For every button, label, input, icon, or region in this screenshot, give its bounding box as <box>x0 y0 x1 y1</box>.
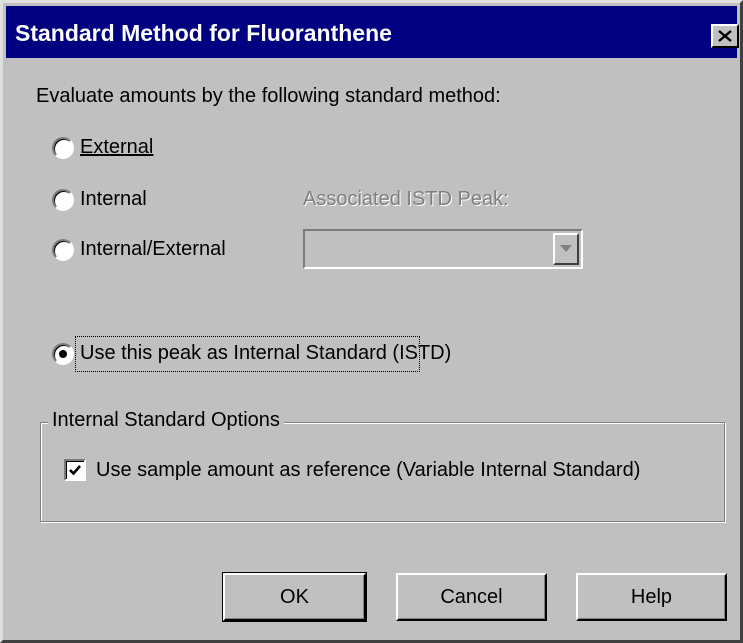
istd-options-title: Internal Standard Options <box>48 409 284 432</box>
variable-istd-label[interactable]: Use sample amount as reference (Variable… <box>96 459 640 482</box>
checkmark-icon <box>69 465 81 476</box>
variable-istd-checkbox[interactable] <box>64 459 86 481</box>
title-bar[interactable]: Standard Method for Fluoranthene <box>6 6 739 58</box>
radio-internal-label[interactable]: Internal <box>80 188 147 211</box>
chevron-down-icon <box>560 245 572 252</box>
radio-external-label[interactable]: External <box>80 136 153 159</box>
close-button[interactable] <box>711 24 739 48</box>
radio-internal-external-label[interactable]: Internal/External <box>80 238 226 261</box>
help-button[interactable]: Help <box>576 573 727 621</box>
istd-peak-label: Associated ISTD Peak: <box>303 188 509 210</box>
window-title: Standard Method for Fluoranthene <box>15 20 392 46</box>
radio-internal-external[interactable] <box>52 239 74 261</box>
radio-use-as-istd[interactable] <box>52 343 74 365</box>
ok-button[interactable]: OK <box>222 572 367 622</box>
dropdown-button[interactable] <box>553 233 579 265</box>
cancel-button[interactable]: Cancel <box>396 573 547 621</box>
radio-external[interactable] <box>52 137 74 159</box>
method-prompt: Evaluate amounts by the following standa… <box>36 85 501 107</box>
dialog-window: Standard Method for Fluoranthene Evaluat… <box>0 0 743 643</box>
radio-internal[interactable] <box>52 189 74 211</box>
radio-use-as-istd-label[interactable]: Use this peak as Internal Standard (ISTD… <box>80 342 451 365</box>
istd-peak-dropdown[interactable] <box>303 229 583 269</box>
close-icon <box>718 30 732 42</box>
